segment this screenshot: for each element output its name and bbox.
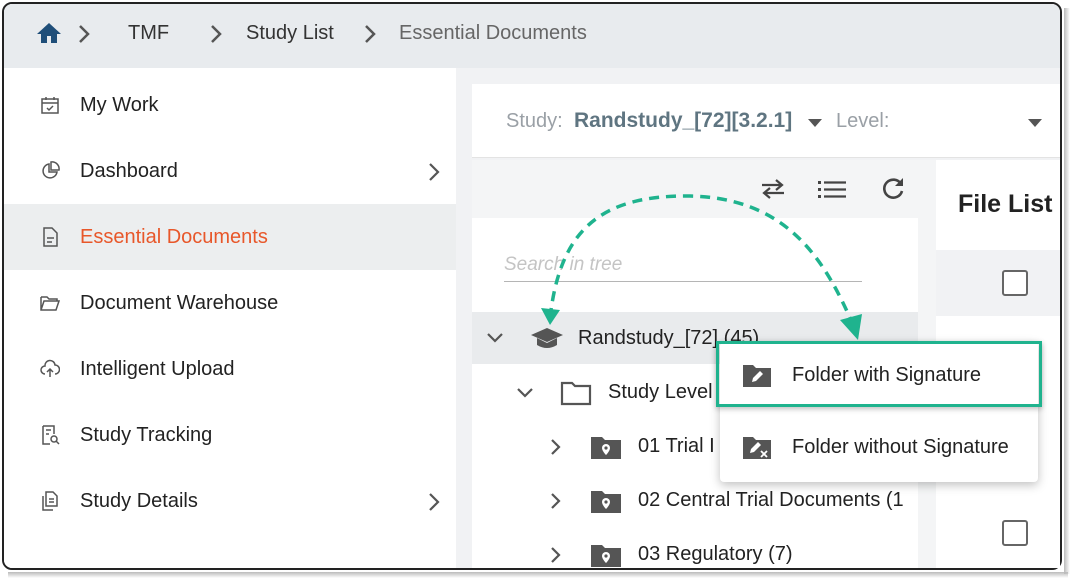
breadcrumb-tmf[interactable]: TMF — [128, 22, 169, 45]
tree-node-clip: 02 Central Trial Documents (1 — [638, 489, 918, 517]
tree-node-label[interactable]: 03 Regulatory (7) — [638, 543, 793, 566]
breadcrumb: TMF Study List Essential Documents — [4, 4, 1060, 68]
folder-location-icon — [591, 545, 621, 567]
document-icon — [43, 227, 58, 247]
context-menu: Folder with Signature Folder without Sig… — [720, 342, 1038, 482]
folder-edit-icon — [743, 365, 771, 387]
chevron-right-icon — [429, 163, 440, 181]
folder-open-icon — [40, 296, 60, 311]
sidebar-item-study-tracking[interactable]: Study Tracking — [4, 402, 456, 468]
chevron-right-icon[interactable] — [550, 546, 562, 564]
folder-edit-off-icon — [743, 437, 771, 459]
chevron-down-icon[interactable] — [486, 332, 504, 344]
sidebar-item-label: Study Tracking — [80, 424, 213, 446]
calendar-check-icon — [41, 97, 59, 114]
sidebar-item-label: My Work — [80, 94, 159, 116]
tree-node-label[interactable]: 02 Central Trial Documents (1 — [638, 489, 904, 512]
tree-node-label[interactable]: Study Level — [608, 381, 713, 404]
sidebar-item-label: Essential Documents — [80, 226, 268, 248]
chevron-right-icon — [365, 25, 376, 43]
refresh-icon[interactable] — [880, 176, 906, 202]
window-shadow — [8, 572, 1068, 578]
chevron-right-icon — [211, 25, 222, 43]
sidebar-item-label: Dashboard — [80, 160, 178, 182]
breadcrumb-essential-documents: Essential Documents — [399, 22, 587, 44]
sidebar-item-document-warehouse[interactable]: Document Warehouse — [4, 270, 456, 336]
menu-item-folder-without-signature[interactable]: Folder without Signature — [720, 414, 1038, 482]
sidebar-item-intelligent-upload[interactable]: Intelligent Upload — [4, 336, 456, 402]
dropdown-caret-icon[interactable] — [1028, 119, 1042, 127]
chevron-right-icon — [429, 493, 440, 511]
chevron-right-icon[interactable] — [550, 492, 562, 510]
level-label: Level: — [836, 110, 890, 132]
folder-icon — [560, 381, 592, 406]
tree-search-input[interactable]: Search in tree — [504, 252, 862, 282]
file-list-title: File List — [958, 190, 1053, 218]
list-icon[interactable] — [818, 180, 846, 198]
cloud-upload-icon — [40, 359, 60, 377]
sidebar-item-dashboard[interactable]: Dashboard — [4, 138, 456, 204]
sidebar-item-label: Document Warehouse — [80, 292, 279, 314]
graduation-cap-icon — [531, 328, 563, 348]
dropdown-caret-icon[interactable] — [808, 119, 822, 127]
chevron-down-icon[interactable] — [516, 387, 534, 399]
sidebar-item-label: Intelligent Upload — [80, 358, 235, 380]
breadcrumb-study-list[interactable]: Study List — [246, 22, 334, 45]
sidebar-item-study-details[interactable]: Study Details — [4, 468, 456, 534]
folder-location-icon — [591, 491, 621, 513]
chevron-right-icon — [79, 25, 90, 43]
select-all-checkbox[interactable] — [1002, 270, 1028, 296]
menu-item-label: Folder with Signature — [792, 364, 981, 386]
study-select[interactable]: Randstudy_[72][3.2.1] — [574, 109, 792, 133]
menu-item-label: Folder without Signature — [792, 436, 1009, 458]
tree-toolbar — [472, 160, 918, 218]
documents-icon — [42, 491, 58, 511]
sidebar-item-essential-documents[interactable]: Essential Documents — [4, 204, 456, 270]
file-list-header — [936, 250, 1060, 316]
chevron-right-icon[interactable] — [550, 438, 562, 456]
window-shadow — [1064, 8, 1070, 574]
pie-chart-icon — [42, 161, 60, 179]
sidebar-item-label: Study Details — [80, 490, 198, 512]
menu-item-folder-with-signature[interactable]: Folder with Signature — [720, 342, 1038, 410]
home-icon[interactable] — [36, 22, 62, 44]
folder-location-icon — [591, 437, 621, 459]
row-checkbox[interactable] — [1002, 520, 1028, 546]
search-placeholder: Search in tree — [504, 254, 623, 275]
document-search-icon — [42, 425, 60, 445]
swap-icon[interactable] — [758, 178, 788, 200]
tree-node-label[interactable]: 01 Trial I — [638, 435, 715, 458]
study-label: Study: — [506, 110, 563, 132]
sidebar-item-my-work[interactable]: My Work — [4, 72, 456, 138]
sidebar: My Work Dashboard Essential Documents Do — [4, 68, 456, 568]
